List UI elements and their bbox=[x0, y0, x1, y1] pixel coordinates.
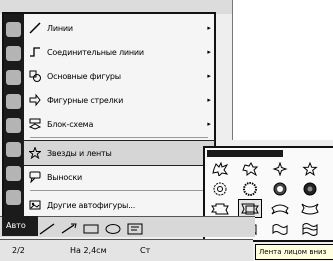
callouts-icon bbox=[28, 170, 42, 184]
tooltip: Лента лицом вниз bbox=[255, 244, 333, 260]
status-page-count: 2/2 bbox=[12, 246, 25, 255]
autoshapes-menu: Линии ▸ Соединительные линии ▸ Основные … bbox=[2, 12, 216, 221]
menu-icon-strip bbox=[4, 14, 24, 219]
star-4-icon[interactable] bbox=[269, 160, 291, 177]
seal-32-icon[interactable] bbox=[299, 180, 321, 197]
palette-drag-handle[interactable] bbox=[207, 150, 283, 157]
line-icon[interactable] bbox=[38, 220, 56, 235]
menu-item-callouts[interactable]: Выноски ▸ bbox=[24, 165, 214, 189]
menu-separator bbox=[30, 190, 208, 191]
menu-item-label: Выноски bbox=[47, 172, 82, 182]
connector-icon bbox=[28, 45, 42, 59]
explosion-2-icon[interactable] bbox=[239, 160, 261, 177]
seal-8-icon[interactable] bbox=[209, 180, 231, 197]
block-arrows-icon bbox=[28, 93, 42, 107]
menu-separator bbox=[30, 137, 208, 138]
menu-item-label: Звезды и ленты bbox=[47, 148, 112, 158]
status-bar: 2/2 На 2,4см Ст bbox=[0, 239, 253, 261]
star-5-icon[interactable] bbox=[299, 160, 321, 177]
flowchart-icon bbox=[28, 117, 42, 131]
seal-24-icon[interactable] bbox=[269, 180, 291, 197]
menu-item-label: Соединительные линии bbox=[47, 47, 144, 57]
status-column-label: Ст bbox=[140, 246, 151, 255]
menu-item-connectors[interactable]: Соединительные линии ▸ bbox=[24, 40, 214, 64]
explosion-1-icon[interactable] bbox=[209, 160, 231, 177]
submenu-arrow-icon: ▸ bbox=[207, 120, 211, 128]
textbox-icon[interactable] bbox=[126, 220, 144, 235]
status-position: На 2,4см bbox=[70, 246, 107, 255]
rectangle-icon[interactable] bbox=[82, 220, 100, 234]
menu-item-basic-shapes[interactable]: Основные фигуры ▸ bbox=[24, 64, 214, 88]
submenu-arrow-icon: ▸ bbox=[207, 96, 211, 104]
stars-banners-icon bbox=[28, 146, 42, 160]
curved-down-ribbon-icon[interactable] bbox=[299, 200, 321, 217]
menu-item-label: Другие автофигуры... bbox=[47, 200, 136, 210]
menu-item-label: Блок-схема bbox=[47, 119, 94, 129]
submenu-arrow-icon: ▸ bbox=[207, 72, 211, 80]
curved-up-ribbon-icon[interactable] bbox=[269, 200, 291, 217]
basic-shapes-icon bbox=[28, 69, 42, 83]
seal-16-icon[interactable] bbox=[239, 180, 261, 197]
down-ribbon-icon[interactable] bbox=[238, 199, 262, 218]
menu-item-block-arrows[interactable]: Фигурные стрелки ▸ bbox=[24, 88, 214, 112]
menu-item-lines[interactable]: Линии ▸ bbox=[24, 16, 214, 40]
autoshapes-button[interactable]: Авто bbox=[2, 216, 38, 236]
submenu-arrow-icon: ▸ bbox=[207, 24, 211, 32]
menu-item-more-autoshapes[interactable]: Другие автофигуры... bbox=[24, 193, 214, 217]
wave-icon[interactable] bbox=[269, 220, 291, 237]
double-wave-icon[interactable] bbox=[299, 220, 321, 237]
menu-item-label: Фигурные стрелки bbox=[47, 95, 124, 105]
lines-icon bbox=[28, 21, 42, 35]
submenu-arrow-icon: ▸ bbox=[207, 48, 211, 56]
menu-item-label: Линии bbox=[47, 23, 73, 33]
menu-item-label: Основные фигуры bbox=[47, 71, 121, 81]
oval-icon[interactable] bbox=[104, 220, 122, 234]
arrow-icon[interactable] bbox=[60, 220, 78, 234]
menu-item-stars-banners[interactable]: Звезды и ленты ▸ bbox=[23, 140, 215, 166]
document-area[interactable] bbox=[232, 0, 333, 140]
more-autoshapes-icon bbox=[28, 198, 42, 212]
menu-item-flowchart[interactable]: Блок-схема ▸ bbox=[24, 112, 214, 136]
up-ribbon-icon[interactable] bbox=[209, 200, 231, 217]
